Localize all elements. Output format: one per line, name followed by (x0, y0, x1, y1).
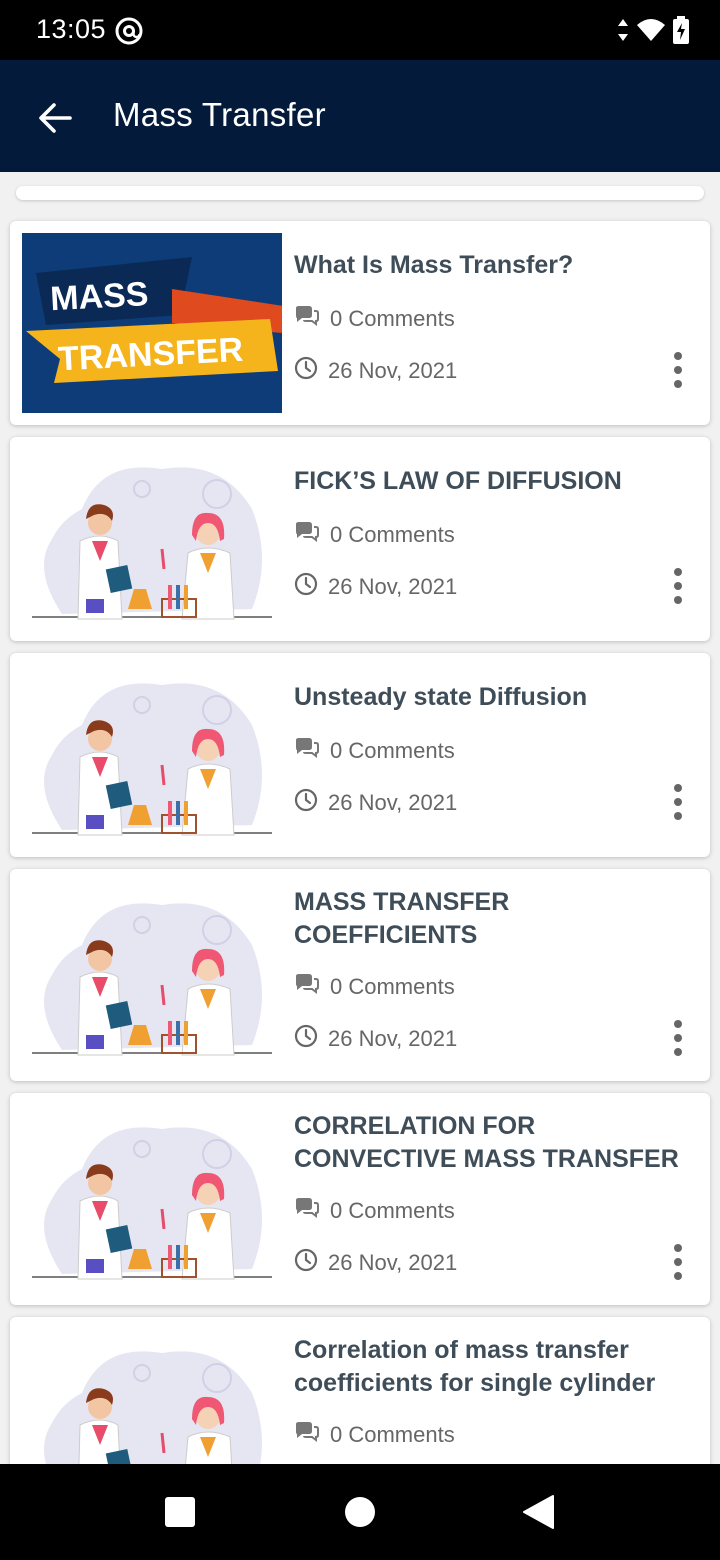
article-title[interactable]: FICK’S LAW OF DIFFUSION (294, 465, 699, 498)
date-text: 26 Nov, 2021 (328, 358, 458, 383)
article-thumbnail-illustration (22, 1333, 282, 1464)
article-date: 26 Nov, 2021 (294, 788, 457, 818)
comments-count: 0 Comments (330, 522, 455, 547)
article-card[interactable]: MASS TRANSFER What Is Mass Transfer? 0 C… (10, 221, 710, 425)
back-triangle-icon[interactable] (522, 1494, 554, 1535)
more-options-icon[interactable] (666, 782, 690, 822)
system-icons (616, 16, 690, 49)
more-options-icon[interactable] (666, 566, 690, 606)
article-date: 26 Nov, 2021 (294, 1024, 457, 1054)
article-title[interactable]: What Is Mass Transfer? (294, 249, 699, 282)
comment-bubble-icon (294, 521, 320, 549)
article-date: 26 Nov, 2021 (294, 572, 457, 602)
article-date: 26 Nov, 2021 (294, 356, 457, 386)
article-list[interactable]: MASS TRANSFER What Is Mass Transfer? 0 C… (0, 172, 720, 1464)
data-arrows-icon (616, 17, 630, 48)
article-comments: 0 Comments (294, 737, 455, 765)
clock-icon (294, 1024, 318, 1054)
clock-icon (294, 1248, 318, 1278)
wifi-icon (636, 17, 666, 48)
comment-bubble-icon (294, 973, 320, 1001)
date-text: 26 Nov, 2021 (328, 574, 458, 599)
comments-count: 0 Comments (330, 974, 455, 999)
article-comments: 0 Comments (294, 521, 455, 549)
date-text: 26 Nov, 2021 (328, 790, 458, 815)
system-nav-bar (0, 1464, 720, 1560)
article-date: 26 Nov, 2021 (294, 1248, 457, 1278)
article-card[interactable]: Unsteady state Diffusion 0 Comments 26 N… (10, 653, 710, 857)
article-thumbnail-illustration (22, 665, 282, 845)
status-time: 13:05 (36, 14, 107, 44)
article-card[interactable]: MASS TRANSFER COEFFICIENTS 0 Comments 26… (10, 869, 710, 1081)
article-thumbnail-logo: MASS TRANSFER (22, 233, 282, 413)
article-thumbnail-illustration (22, 449, 282, 629)
article-thumbnail-illustration (22, 1109, 282, 1289)
article-card[interactable]: Correlation of mass transfer coefficient… (10, 1317, 710, 1464)
top-divider-card (16, 186, 704, 200)
comment-bubble-icon (294, 1421, 320, 1449)
page-title: Mass Transfer (113, 96, 326, 133)
article-card[interactable]: CORRELATION FOR CONVECTIVE MASS TRANSFER… (10, 1093, 710, 1305)
article-title[interactable]: CORRELATION FOR CONVECTIVE MASS TRANSFER (294, 1110, 699, 1176)
logo-text-mass: MASS (49, 275, 149, 318)
clock-icon (294, 788, 318, 818)
clock-icon (294, 572, 318, 602)
clock-icon (294, 356, 318, 386)
article-title[interactable]: Correlation of mass transfer coefficient… (294, 1334, 699, 1400)
recents-square-icon[interactable] (164, 1496, 196, 1533)
home-circle-icon[interactable] (344, 1496, 376, 1533)
date-text: 26 Nov, 2021 (328, 1250, 458, 1275)
comments-count: 0 Comments (330, 738, 455, 763)
more-options-icon[interactable] (666, 1018, 690, 1058)
comment-bubble-icon (294, 737, 320, 765)
comment-bubble-icon (294, 305, 320, 333)
article-title[interactable]: MASS TRANSFER COEFFICIENTS (294, 886, 699, 952)
more-options-icon[interactable] (666, 1242, 690, 1282)
comments-count: 0 Comments (330, 1198, 455, 1223)
article-thumbnail-illustration (22, 885, 282, 1065)
more-options-icon[interactable] (666, 350, 690, 390)
article-comments: 0 Comments (294, 305, 455, 333)
battery-charging-icon (672, 16, 690, 49)
comments-count: 0 Comments (330, 1422, 455, 1447)
article-title[interactable]: Unsteady state Diffusion (294, 681, 699, 714)
date-text: 26 Nov, 2021 (328, 1026, 458, 1051)
article-comments: 0 Comments (294, 973, 455, 1001)
status-bar: 13:05 (0, 0, 720, 60)
app-bar: Mass Transfer (0, 60, 720, 172)
at-sign-icon (114, 16, 144, 51)
comments-count: 0 Comments (330, 306, 455, 331)
back-arrow-icon[interactable] (36, 98, 76, 138)
article-card[interactable]: FICK’S LAW OF DIFFUSION 0 Comments 26 No… (10, 437, 710, 641)
article-comments: 0 Comments (294, 1197, 455, 1225)
comment-bubble-icon (294, 1197, 320, 1225)
article-comments: 0 Comments (294, 1421, 455, 1449)
